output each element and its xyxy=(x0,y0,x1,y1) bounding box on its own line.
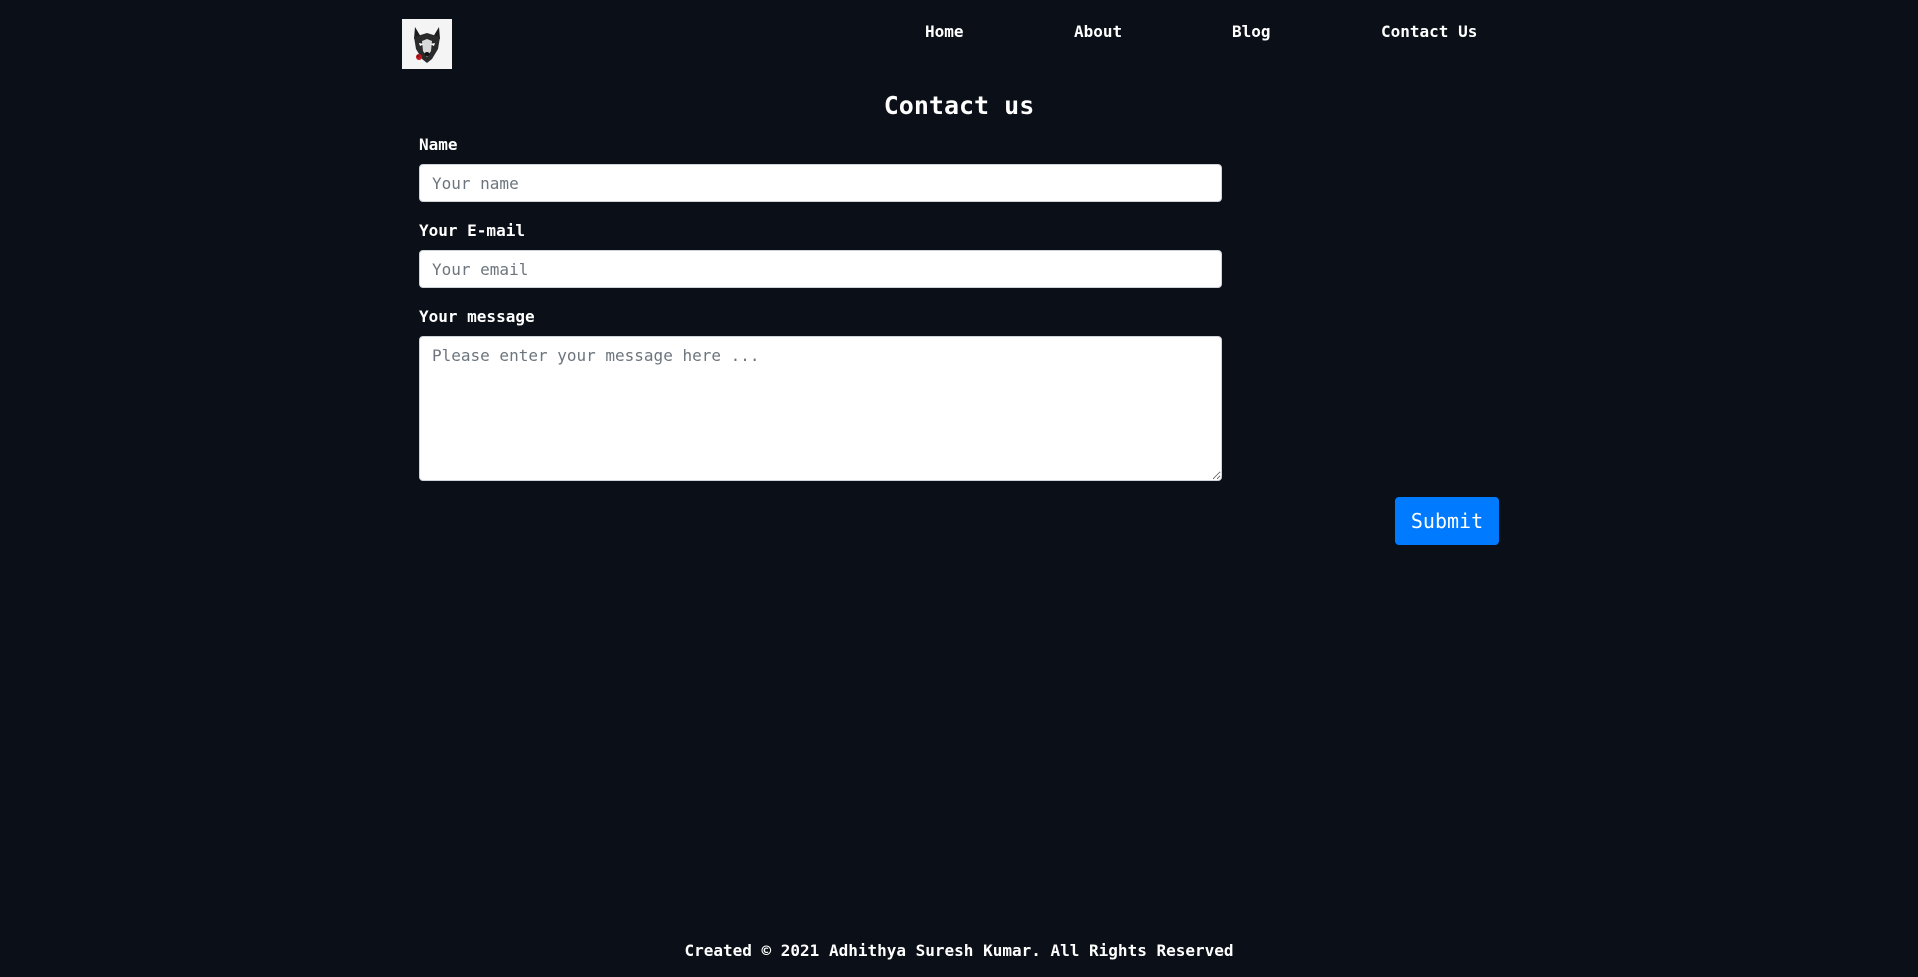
name-label: Name xyxy=(419,135,458,154)
nav-home-link[interactable]: Home xyxy=(925,22,964,42)
nav-contact-link[interactable]: Contact Us xyxy=(1381,22,1477,42)
nav-about-link[interactable]: About xyxy=(1074,22,1122,42)
page-title: Contact us xyxy=(883,91,1035,120)
message-label: Your message xyxy=(419,307,535,326)
submit-button[interactable]: Submit xyxy=(1395,497,1499,545)
email-input[interactable] xyxy=(419,250,1222,288)
site-logo[interactable] xyxy=(402,19,452,69)
name-input[interactable] xyxy=(419,164,1222,202)
nav-blog-link[interactable]: Blog xyxy=(1232,22,1271,42)
message-textarea[interactable] xyxy=(419,336,1222,481)
site-header: Home About Blog Contact Us xyxy=(0,0,1918,80)
email-label: Your E-mail xyxy=(419,221,525,240)
footer-copyright: Created © 2021 Adhithya Suresh Kumar. Al… xyxy=(684,941,1234,960)
wolf-logo-icon xyxy=(402,19,452,69)
